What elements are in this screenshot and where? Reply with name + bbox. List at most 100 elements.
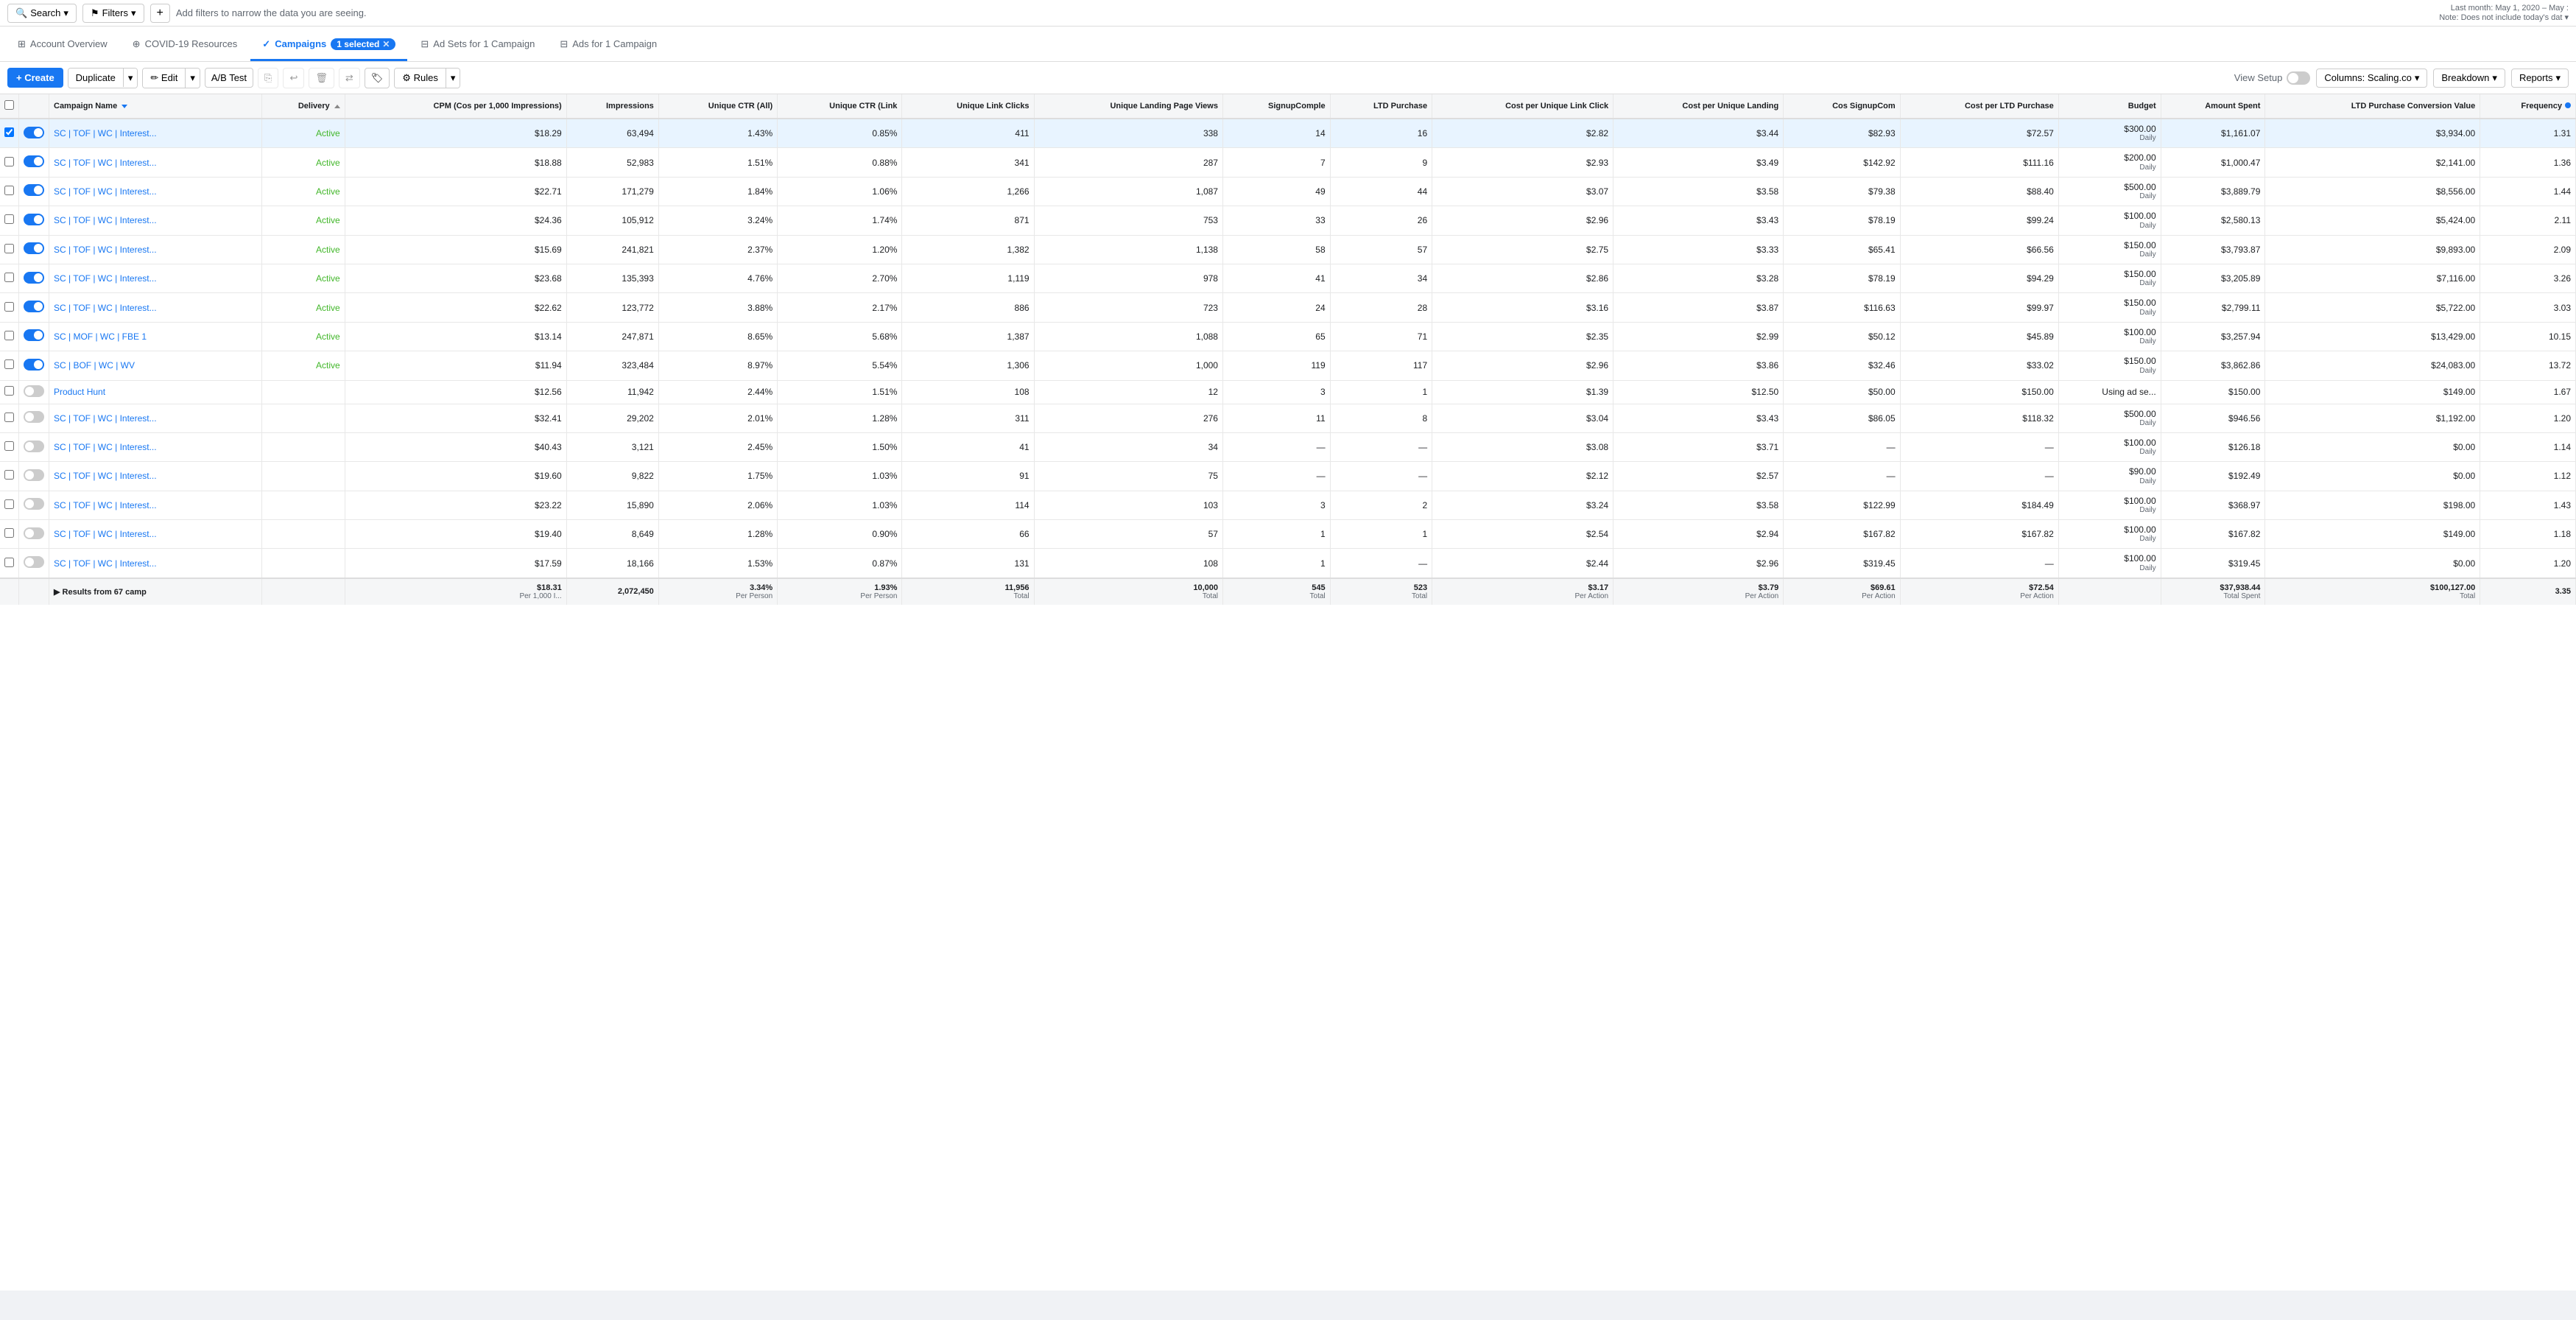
campaign-name[interactable]: SC | TOF | WC | Interest...	[54, 529, 157, 539]
clear-selected-button[interactable]: ✕	[382, 39, 390, 49]
row-toggle-cell[interactable]	[19, 293, 49, 322]
row-toggle-cell[interactable]	[19, 404, 49, 432]
edit-dropdown-button[interactable]: ▾	[186, 69, 200, 88]
campaign-toggle[interactable]	[24, 527, 44, 539]
row-toggle-cell[interactable]	[19, 235, 49, 264]
row-checkbox-cell[interactable]	[0, 206, 19, 235]
cpm-header[interactable]: CPM (Cos per 1,000 Impressions)	[345, 94, 566, 119]
row-toggle-cell[interactable]	[19, 520, 49, 549]
campaign-name[interactable]: SC | TOF | WC | Interest...	[54, 186, 157, 197]
row-checkbox[interactable]	[4, 127, 14, 137]
tab-ad-sets[interactable]: ⊟ Ad Sets for 1 Campaign	[409, 29, 546, 61]
campaign-name[interactable]: SC | TOF | WC | Interest...	[54, 413, 157, 424]
freq-header[interactable]: Frequency	[2480, 94, 2576, 119]
reports-button[interactable]: Reports ▾	[2511, 69, 2569, 88]
campaign-name[interactable]: SC | MOF | WC | FBE 1	[54, 331, 147, 342]
campaign-toggle[interactable]	[24, 556, 44, 568]
rules-dropdown-button[interactable]: ▾	[446, 69, 460, 88]
row-toggle-cell[interactable]	[19, 549, 49, 578]
row-checkbox-cell[interactable]	[0, 293, 19, 322]
campaign-toggle[interactable]	[24, 272, 44, 284]
campaign-name[interactable]: SC | TOF | WC | Interest...	[54, 245, 157, 255]
row-toggle-cell[interactable]	[19, 351, 49, 380]
ltd-value-header[interactable]: LTD Purchase Conversion Value	[2265, 94, 2480, 119]
row-toggle-cell[interactable]	[19, 432, 49, 461]
row-checkbox-cell[interactable]	[0, 404, 19, 432]
add-filter-button[interactable]: +	[150, 4, 170, 23]
row-checkbox-cell[interactable]	[0, 351, 19, 380]
row-toggle-cell[interactable]	[19, 322, 49, 351]
duplicate-dropdown-button[interactable]: ▾	[124, 69, 138, 88]
campaign-name[interactable]: SC | TOF | WC | Interest...	[54, 442, 157, 452]
cost-ulc-header[interactable]: Cost per Unique Link Click	[1432, 94, 1613, 119]
row-checkbox-cell[interactable]	[0, 491, 19, 519]
row-checkbox[interactable]	[4, 186, 14, 195]
tag-button[interactable]: 🏷	[365, 68, 390, 88]
impressions-header[interactable]: Impressions	[566, 94, 658, 119]
campaign-name[interactable]: SC | TOF | WC | Interest...	[54, 158, 157, 168]
campaign-toggle[interactable]	[24, 359, 44, 371]
campaign-name[interactable]: SC | TOF | WC | Interest...	[54, 273, 157, 284]
row-checkbox-cell[interactable]	[0, 322, 19, 351]
row-checkbox-cell[interactable]	[0, 462, 19, 491]
select-all-header[interactable]	[0, 94, 19, 119]
campaign-name-header[interactable]: Campaign Name	[49, 94, 262, 119]
campaign-name[interactable]: SC | TOF | WC | Interest...	[54, 128, 157, 138]
row-checkbox[interactable]	[4, 214, 14, 224]
delivery-header[interactable]: Delivery	[262, 94, 345, 119]
duplicate-button[interactable]: Duplicate	[68, 69, 124, 87]
row-checkbox[interactable]	[4, 499, 14, 509]
campaign-toggle[interactable]	[24, 469, 44, 481]
campaign-name[interactable]: SC | TOF | WC | Interest...	[54, 215, 157, 225]
row-toggle-cell[interactable]	[19, 119, 49, 148]
ulpv-header[interactable]: Unique Landing Page Views	[1034, 94, 1222, 119]
row-checkbox[interactable]	[4, 558, 14, 567]
row-toggle-cell[interactable]	[19, 491, 49, 519]
row-checkbox-cell[interactable]	[0, 380, 19, 404]
budget-header[interactable]: Budget	[2058, 94, 2161, 119]
tab-covid[interactable]: ⊕ COVID-19 Resources	[121, 29, 250, 61]
campaign-name[interactable]: SC | TOF | WC | Interest...	[54, 303, 157, 313]
row-checkbox[interactable]	[4, 331, 14, 340]
row-checkbox-cell[interactable]	[0, 432, 19, 461]
row-checkbox[interactable]	[4, 441, 14, 451]
row-checkbox-cell[interactable]	[0, 264, 19, 292]
ab-test-button[interactable]: A/B Test	[205, 68, 253, 88]
breakdown-button[interactable]: Breakdown ▾	[2433, 69, 2505, 88]
row-checkbox[interactable]	[4, 386, 14, 396]
ltd-header[interactable]: LTD Purchase	[1330, 94, 1432, 119]
row-checkbox[interactable]	[4, 244, 14, 253]
campaign-toggle[interactable]	[24, 184, 44, 196]
row-checkbox[interactable]	[4, 528, 14, 538]
ulc-header[interactable]: Unique Link Clicks	[902, 94, 1034, 119]
campaign-toggle[interactable]	[24, 329, 44, 341]
amount-spent-header[interactable]: Amount Spent	[2161, 94, 2265, 119]
campaign-name[interactable]: SC | TOF | WC | Interest...	[54, 500, 157, 510]
columns-button[interactable]: Columns: Scaling.co ▾	[2316, 69, 2427, 88]
tab-account-overview[interactable]: ⊞ Account Overview	[6, 29, 119, 61]
uctr-all-header[interactable]: Unique CTR (All)	[658, 94, 777, 119]
cost-ltd-header[interactable]: Cost per LTD Purchase	[1900, 94, 2058, 119]
campaign-toggle[interactable]	[24, 155, 44, 167]
row-checkbox[interactable]	[4, 470, 14, 480]
campaign-toggle[interactable]	[24, 411, 44, 423]
row-checkbox[interactable]	[4, 273, 14, 282]
edit-button[interactable]: ✏ Edit	[143, 69, 186, 88]
row-checkbox[interactable]	[4, 359, 14, 369]
create-button[interactable]: + Create	[7, 68, 63, 88]
row-toggle-cell[interactable]	[19, 380, 49, 404]
signup-header[interactable]: SignupComple	[1222, 94, 1330, 119]
row-toggle-cell[interactable]	[19, 177, 49, 206]
cost-ul-header[interactable]: Cost per Unique Landing	[1613, 94, 1784, 119]
campaign-toggle[interactable]	[24, 242, 44, 254]
search-button[interactable]: 🔍 Search ▾	[7, 4, 77, 23]
campaign-toggle[interactable]	[24, 440, 44, 452]
row-checkbox[interactable]	[4, 412, 14, 422]
cos-signup-header[interactable]: Cos SignupCom	[1784, 94, 1900, 119]
row-checkbox[interactable]	[4, 302, 14, 312]
campaign-name[interactable]: SC | TOF | WC | Interest...	[54, 471, 157, 481]
row-toggle-cell[interactable]	[19, 462, 49, 491]
tab-campaigns[interactable]: ✓ Campaigns 1 selected ✕	[250, 29, 407, 61]
row-toggle-cell[interactable]	[19, 264, 49, 292]
campaign-toggle[interactable]	[24, 127, 44, 138]
